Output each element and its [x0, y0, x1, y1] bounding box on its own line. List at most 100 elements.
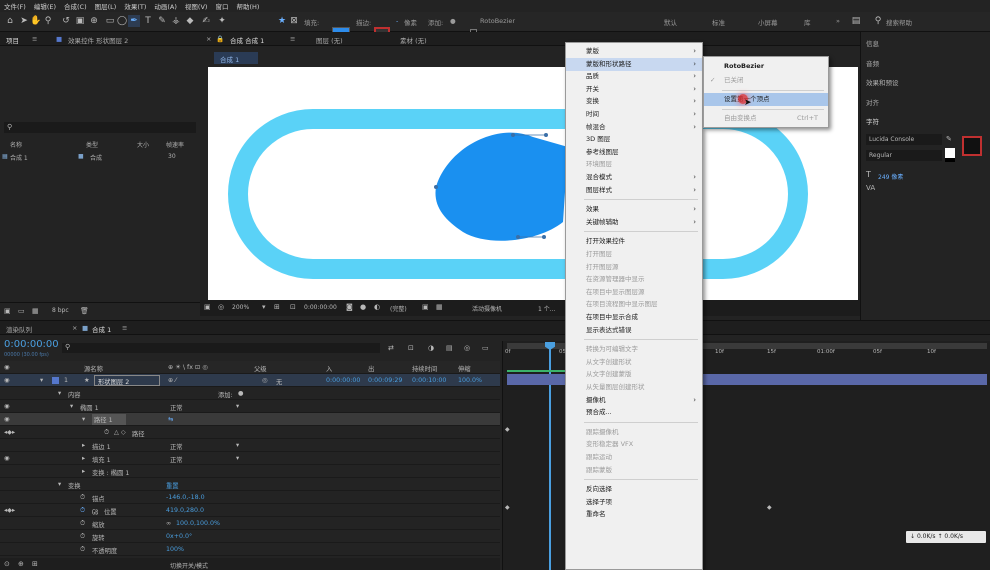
font-size-value[interactable]: 249 像素 — [878, 172, 903, 181]
roi-icon[interactable]: ▣ — [422, 303, 429, 311]
align-panel-tab[interactable]: 对齐 — [866, 97, 879, 107]
property-ellipse-transform[interactable]: ▸ 变换 : 椭圆 1 — [0, 465, 500, 478]
transparency-icon[interactable]: ▦ — [436, 303, 443, 311]
path-direction-icon[interactable]: ⇆ — [168, 416, 173, 423]
font-style-select[interactable]: Regular — [866, 150, 942, 161]
context-menu-item[interactable]: 预合成... — [566, 406, 702, 419]
context-menu-item[interactable]: 开关 › — [566, 83, 702, 96]
star-icon[interactable]: ★ — [276, 15, 288, 27]
context-menu-item[interactable]: 时间 › — [566, 108, 702, 121]
visibility-icon[interactable]: ◉ — [4, 455, 10, 462]
context-menu-item[interactable]: 选择子项 — [566, 496, 702, 509]
comp-subtab[interactable]: 合成 1 — [214, 52, 258, 64]
workspace-menu-icon[interactable]: » — [836, 17, 840, 25]
path-handle[interactable] — [544, 133, 548, 137]
expand-arrow-icon[interactable]: ▸ — [82, 468, 85, 475]
context-menu-item[interactable]: 摄像机 › — [566, 394, 702, 407]
workspace-small[interactable]: 小屏幕 — [758, 17, 778, 27]
property-scale[interactable]: ⏱ 缩放 ∞ 100.0,100.0% — [0, 517, 500, 530]
property-fill[interactable]: ◉ ▸ 填充 1 正常 ▾ — [0, 452, 500, 465]
zoom-select[interactable]: 200% — [232, 304, 249, 311]
timeline-timecode[interactable]: 0:00:00:00 — [4, 339, 59, 350]
search-help-input[interactable]: 搜索帮助 — [886, 17, 912, 27]
panel-icon[interactable]: ▤ — [850, 15, 862, 27]
ellipse-shape[interactable] — [435, 132, 568, 241]
path-vertex[interactable] — [516, 235, 520, 239]
comp-timecode[interactable]: 0:00:00:00 — [304, 304, 337, 311]
motion-blur-icon[interactable]: ◎ — [464, 344, 470, 352]
pen-tool-icon[interactable]: ✒ — [128, 15, 140, 27]
context-menu-item[interactable]: 3D 图层 — [566, 133, 702, 146]
workspace-standard[interactable]: 标准 — [712, 17, 725, 27]
context-menu-item[interactable]: 效果 › — [566, 203, 702, 216]
expand-arrow-icon[interactable]: ▾ — [82, 416, 85, 423]
toggle-switches-modes[interactable]: 切换开关/模式 — [170, 561, 208, 570]
stopwatch-icon[interactable]: ⏱ — [80, 494, 85, 502]
rotate-tool-icon[interactable]: ↺ — [60, 15, 72, 27]
chevron-down-icon[interactable]: ▾ — [236, 403, 239, 410]
white-swatch[interactable] — [945, 148, 955, 158]
stopwatch-icon[interactable]: ⏱ — [80, 520, 85, 528]
expand-arrow-icon[interactable]: ▾ — [70, 403, 73, 410]
tab-effect-controls[interactable]: 效果控件 形状图层 2 — [68, 35, 128, 45]
project-search-input[interactable]: ⚲ — [4, 122, 196, 133]
expand-arrow-icon[interactable]: ▾ — [58, 390, 61, 397]
zoom-tool-icon[interactable]: ⚲ — [42, 15, 54, 27]
expand-arrow-icon[interactable]: ▾ — [40, 377, 43, 384]
menu-view[interactable]: 视图(V) — [181, 1, 212, 11]
camera-icon[interactable]: ◙ — [346, 303, 353, 311]
camera-tool-icon[interactable]: ▣ — [74, 15, 86, 27]
stroke-color-swatch[interactable] — [962, 136, 982, 156]
menu-layer[interactable]: 图层(L) — [91, 1, 121, 11]
interpret-icon[interactable]: ▣ — [4, 307, 11, 315]
clone-stamp-icon[interactable]: ⚶ — [170, 15, 182, 27]
brush-tool-icon[interactable]: ✎ — [156, 15, 168, 27]
panel-menu-icon[interactable]: ≡ — [32, 35, 37, 43]
visibility-icon[interactable]: ◉ — [4, 403, 10, 410]
selection-tool-icon[interactable]: ➤ — [18, 15, 30, 27]
search-icon[interactable]: ⚲ — [872, 15, 884, 27]
path-vertex[interactable] — [434, 185, 438, 189]
property-stroke[interactable]: ▸ 描边 1 正常 ▾ — [0, 439, 500, 452]
stopwatch-icon[interactable]: ⏱ — [80, 546, 85, 554]
draft-3d-icon[interactable]: ⊡ — [408, 344, 414, 352]
shy-icon[interactable]: ◑ — [428, 344, 434, 352]
layer-label-color[interactable] — [52, 377, 59, 384]
audio-panel-tab[interactable]: 音频 — [866, 58, 879, 68]
timeline-search-input[interactable]: ⚲ — [62, 343, 380, 353]
context-menu-item[interactable]: 重命名 — [566, 508, 702, 521]
expand-icon[interactable]: ⊕ — [18, 560, 24, 568]
comp-flowchart-icon[interactable]: ⇄ — [388, 344, 394, 352]
views-select[interactable]: 1 个... — [538, 304, 555, 313]
menu-help[interactable]: 帮助(H) — [232, 1, 263, 11]
context-menu-item[interactable]: 品质 › — [566, 70, 702, 83]
puppet-tool-icon[interactable]: ✦ — [216, 15, 228, 27]
property-opacity[interactable]: ⏱ 不透明度 100% — [0, 543, 500, 556]
visibility-icon[interactable]: ◉ — [4, 416, 10, 423]
property-contents[interactable]: ▾ 内容 添加: ● — [0, 387, 500, 400]
tab-render-queue[interactable]: 渲染队列 — [6, 324, 32, 334]
tab-composition[interactable]: 合成 合成 1 — [230, 35, 264, 45]
eraser-tool-icon[interactable]: ◆ — [184, 15, 196, 27]
hand-tool-icon[interactable]: ✋ — [30, 15, 42, 27]
menu-composition[interactable]: 合成(C) — [60, 1, 91, 11]
context-menu-item[interactable]: 参考线图层 — [566, 146, 702, 159]
effects-presets-tab[interactable]: 效果和预设 — [866, 77, 899, 87]
context-menu-item[interactable]: 蒙版和形状路径 › — [566, 57, 702, 71]
visibility-icon[interactable]: ◉ — [4, 377, 10, 384]
property-rotation[interactable]: ⏱ 旋转 0x+0.0° — [0, 530, 500, 543]
property-ellipse[interactable]: ◉ ▾ 椭圆 1 正常 ▾ — [0, 400, 500, 413]
property-transform[interactable]: ▾ 变换 重置 — [0, 478, 500, 491]
stopwatch-icon[interactable]: ⏱ — [104, 429, 109, 437]
roto-brush-icon[interactable]: ✍ — [200, 15, 212, 27]
home-icon[interactable]: ⌂ — [4, 15, 16, 27]
keyframe-diamond[interactable]: ◆ — [505, 426, 510, 433]
preview-icon[interactable]: ▣ — [204, 303, 211, 311]
eyedropper-icon[interactable]: ✎ — [946, 135, 952, 143]
context-menu-item[interactable]: 关键帧辅助 › — [566, 216, 702, 229]
pan-behind-tool-icon[interactable]: ⊕ — [88, 15, 100, 27]
parent-pick-icon[interactable]: ◎ — [262, 377, 268, 384]
panel-menu-icon[interactable]: ≡ — [290, 35, 295, 43]
ellipse-tool-icon[interactable]: ◯ — [116, 15, 128, 27]
context-menu-item[interactable]: 混合模式 › — [566, 171, 702, 184]
